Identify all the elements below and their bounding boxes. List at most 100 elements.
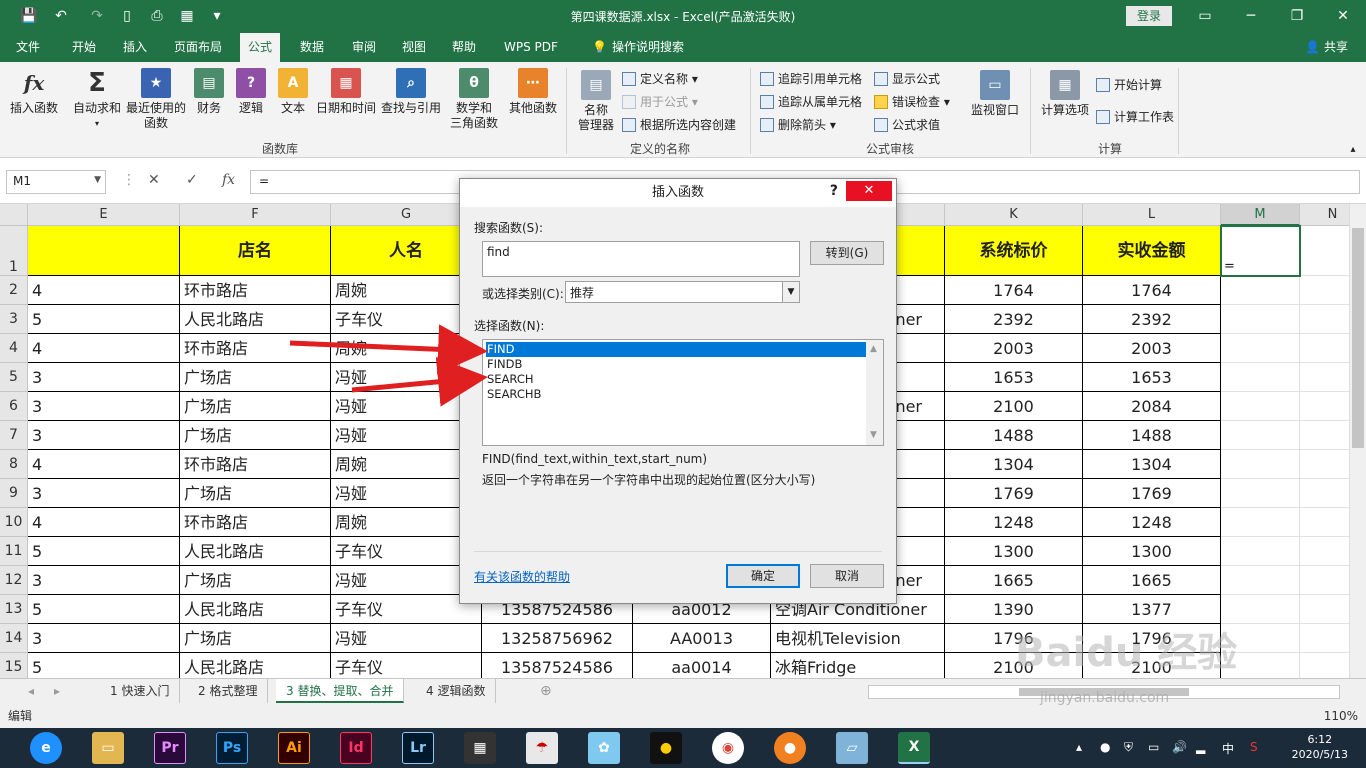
file-explorer-icon[interactable]: ▭ — [92, 732, 124, 764]
cell-f[interactable]: 广场店 — [180, 392, 331, 421]
cell-k[interactable]: 1653 — [945, 363, 1083, 392]
insert-function-fx-icon[interactable]: fx — [222, 172, 235, 188]
recent-functions-button[interactable]: ★ 最近使用的 函数 — [124, 68, 188, 131]
cell-e[interactable]: 3 — [28, 421, 180, 450]
row-header[interactable]: 6 — [0, 392, 28, 421]
umbrella-app-icon[interactable]: ☂ — [526, 732, 558, 764]
ribbon-display-icon[interactable]: ▭ — [1190, 5, 1220, 27]
cell-f[interactable]: 环市路店 — [180, 508, 331, 537]
cell-m[interactable] — [1221, 334, 1300, 363]
cell-f[interactable]: 人民北路店 — [180, 305, 331, 334]
cell-f[interactable]: 广场店 — [180, 363, 331, 392]
cell-f[interactable]: 广场店 — [180, 566, 331, 595]
remove-arrows-button[interactable]: 删除箭头 ▾ — [760, 116, 836, 134]
cell-l[interactable]: 1653 — [1083, 363, 1221, 392]
chat-app-icon[interactable]: ✿ — [588, 732, 620, 764]
row-header[interactable]: 7 — [0, 421, 28, 450]
search-function-input[interactable]: find — [482, 241, 800, 277]
cell-l[interactable]: 1304 — [1083, 450, 1221, 479]
cell-e[interactable]: 3 — [28, 624, 180, 653]
share-button[interactable]: 👤 共享 — [1305, 33, 1348, 62]
row-header[interactable]: 11 — [0, 537, 28, 566]
cell-f[interactable]: 环市路店 — [180, 450, 331, 479]
cell-l[interactable]: 1764 — [1083, 276, 1221, 305]
cell-k[interactable]: 2100 — [945, 392, 1083, 421]
name-box[interactable]: M1 ▼ — [6, 170, 106, 194]
text-button[interactable]: A 文本 — [276, 68, 310, 116]
function-item-findb[interactable]: FINDB — [486, 357, 866, 372]
cell-m[interactable] — [1221, 305, 1300, 334]
cell-m[interactable] — [1221, 479, 1300, 508]
row-header[interactable]: 9 — [0, 479, 28, 508]
trace-precedents-button[interactable]: 追踪引用单元格 — [760, 70, 862, 88]
cell-f[interactable]: 环市路店 — [180, 334, 331, 363]
scroll-down-icon[interactable]: ▼ — [870, 430, 877, 440]
enter-entry-icon[interactable]: ✓ — [186, 172, 198, 188]
row-header[interactable]: 4 — [0, 334, 28, 363]
chrome-icon[interactable]: ◉ — [712, 732, 744, 764]
cell-f[interactable]: 人民北路店 — [180, 537, 331, 566]
cell-l[interactable]: 1665 — [1083, 566, 1221, 595]
lookup-button[interactable]: ⌕ 查找与引用 — [380, 68, 442, 116]
dialog-help-icon[interactable]: ? — [830, 179, 838, 203]
cell-j[interactable]: 电视机Television — [771, 624, 945, 653]
cell-f[interactable]: 环市路店 — [180, 276, 331, 305]
calculate-now-button[interactable]: 开始计算 — [1096, 76, 1162, 94]
system-clock[interactable]: 6:12 2020/5/13 — [1292, 732, 1348, 762]
notes-app-icon[interactable]: ▱ — [836, 732, 868, 764]
column-header-m[interactable]: M — [1221, 204, 1300, 226]
chevron-down-icon[interactable]: ▼ — [782, 282, 799, 302]
premiere-icon[interactable]: Pr — [154, 732, 186, 764]
cell-e[interactable]: 5 — [28, 305, 180, 334]
watch-window-button[interactable]: ▭ 监视窗口 — [968, 70, 1022, 118]
category-select[interactable]: 推荐 ▼ — [565, 281, 800, 303]
photoshop-icon[interactable]: Ps — [216, 732, 248, 764]
datetime-button[interactable]: ▦ 日期和时间 — [314, 68, 378, 116]
illustrator-icon[interactable]: Ai — [278, 732, 310, 764]
tab-page-layout[interactable]: 页面布局 — [166, 33, 230, 62]
video-editor-icon[interactable]: ▦ — [464, 732, 496, 764]
cell-e[interactable]: 3 — [28, 363, 180, 392]
column-header-f[interactable]: F — [180, 204, 331, 226]
login-button[interactable]: 登录 — [1126, 6, 1172, 26]
row-header[interactable]: 2 — [0, 276, 28, 305]
cell-m[interactable] — [1221, 450, 1300, 479]
show-formulas-button[interactable]: 显示公式 — [874, 70, 940, 88]
tray-shield-icon[interactable]: ⛨ — [1124, 740, 1133, 755]
cell-e[interactable]: 4 — [28, 450, 180, 479]
tab-wps-pdf[interactable]: WPS PDF — [496, 33, 566, 62]
trace-dependents-button[interactable]: 追踪从属单元格 — [760, 93, 862, 111]
cell-k[interactable]: 1300 — [945, 537, 1083, 566]
column-header-k[interactable]: K — [945, 204, 1083, 226]
cell-e[interactable]: 4 — [28, 276, 180, 305]
cell-e[interactable]: 5 — [28, 595, 180, 624]
tray-network-icon[interactable]: ▭ — [1148, 740, 1159, 754]
cell-k[interactable]: 2392 — [945, 305, 1083, 334]
cell-h[interactable]: 13258756962 — [482, 624, 633, 653]
function-item-search[interactable]: SEARCH — [486, 372, 866, 387]
vertical-scrollbar[interactable] — [1349, 204, 1366, 678]
cell-m[interactable] — [1221, 392, 1300, 421]
function-list-scrollbar[interactable]: ▲ ▼ — [866, 340, 883, 445]
go-button[interactable]: 转到(G) — [810, 241, 884, 265]
cell-l[interactable]: 2084 — [1083, 392, 1221, 421]
add-sheet-icon[interactable]: ⊕ — [530, 679, 562, 703]
tray-volume-icon[interactable]: 🔊 — [1172, 740, 1187, 754]
autosum-button[interactable]: Σ 自动求和 ▾ — [70, 68, 124, 131]
active-cell-m1[interactable]: = — [1220, 225, 1301, 277]
tab-help[interactable]: 帮助 — [444, 33, 484, 62]
cell-k[interactable]: 1304 — [945, 450, 1083, 479]
cell-f[interactable]: 广场店 — [180, 624, 331, 653]
tab-home[interactable]: 开始 — [64, 33, 104, 62]
tab-data[interactable]: 数据 — [292, 33, 332, 62]
cell-g[interactable]: 子车仪 — [331, 653, 482, 678]
cell-e[interactable]: 4 — [28, 334, 180, 363]
insert-function-button[interactable]: fx 插入函数 — [6, 68, 62, 116]
cell-m[interactable] — [1221, 566, 1300, 595]
tab-review[interactable]: 审阅 — [344, 33, 384, 62]
cell-k[interactable]: 2003 — [945, 334, 1083, 363]
tray-qq-icon[interactable]: ● — [1100, 740, 1110, 754]
row-header[interactable]: 13 — [0, 595, 28, 624]
excel-taskbar-icon[interactable]: X — [898, 732, 930, 764]
cell-k[interactable]: 1248 — [945, 508, 1083, 537]
